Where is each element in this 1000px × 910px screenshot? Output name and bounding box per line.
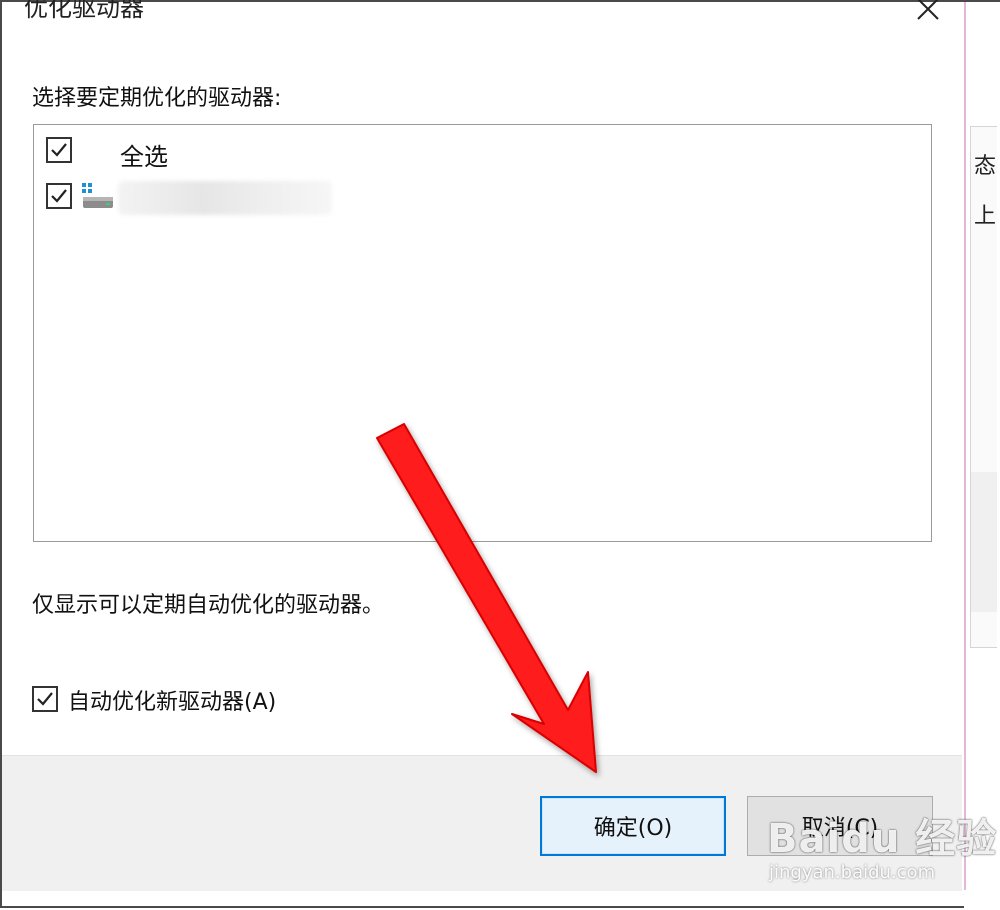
auto-optimize-label: 自动优化新驱动器(A) [68, 690, 277, 715]
screenshot-frame: 态 上 优化驱动器 选择要定期优化的驱动器: 全选 仅显示可以定期自动优化的驱动… [0, 0, 1000, 910]
background-row-text: 上 [974, 204, 997, 229]
select-all-checkbox[interactable] [46, 137, 72, 163]
auto-optimize-checkbox[interactable] [32, 686, 58, 712]
drive-name [118, 181, 332, 215]
background-window: 态 上 [964, 2, 1000, 910]
optimize-drives-dialog: 优化驱动器 选择要定期优化的驱动器: 全选 仅显示可以定期自动优化的驱动器。 自… [2, 0, 966, 891]
close-button[interactable] [906, 0, 950, 26]
checkmark-icon [37, 692, 53, 706]
select-all-label: 全选 [120, 143, 168, 171]
drive-checkbox[interactable] [46, 183, 72, 209]
ok-button[interactable]: 确定(O) [540, 796, 726, 856]
select-drives-label: 选择要定期优化的驱动器: [32, 86, 282, 111]
drive-icon [82, 183, 113, 208]
background-column-header: 态 [974, 154, 997, 179]
cancel-button[interactable]: 取消(C) [747, 796, 933, 856]
checkmark-icon [51, 143, 67, 157]
dialog-footer: 确定(O) 取消(C) [2, 755, 962, 891]
drive-list: 全选 [33, 124, 932, 542]
info-text: 仅显示可以定期自动优化的驱动器。 [32, 593, 385, 618]
background-scrollbar[interactable] [970, 472, 997, 612]
close-icon [917, 0, 939, 20]
checkmark-icon [51, 189, 67, 203]
dialog-title: 优化驱动器 [24, 0, 144, 22]
